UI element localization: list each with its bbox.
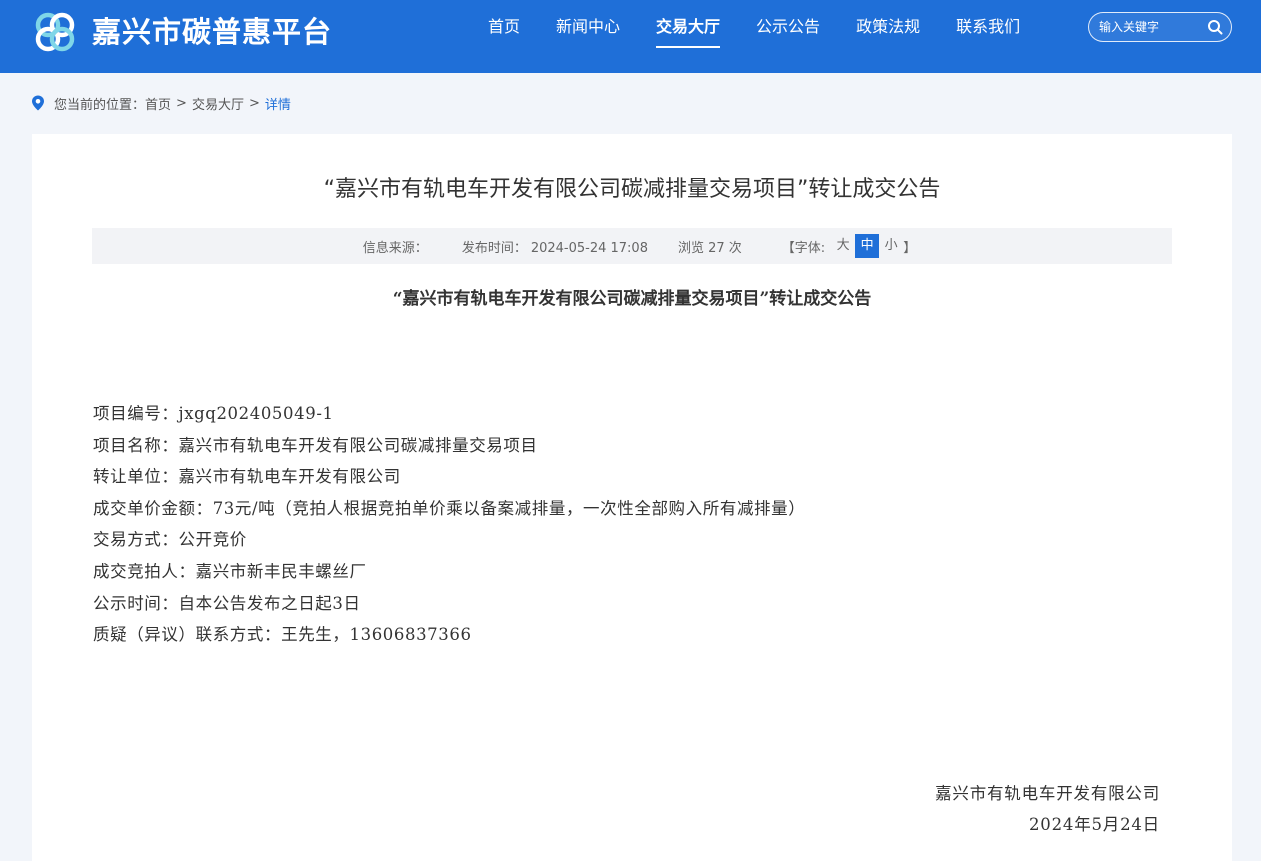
location-pin-icon [32, 95, 44, 111]
article-signature: 嘉兴市有轨电车开发有限公司 2024年5月24日 [935, 778, 1160, 840]
body-line-project-number: 项目编号：jxgq202405049-1 [93, 404, 334, 423]
body-line-project-name: 项目名称：嘉兴市有轨电车开发有限公司碳减排量交易项目 [93, 435, 538, 455]
body-line-unit-price: 成交单价金额：73元/吨（竞拍人根据竞拍单价乘以备案减排量，一次性全部购入所有减… [93, 498, 806, 518]
nav-item-announcements[interactable]: 公示公告 [756, 0, 820, 54]
font-size-medium-button[interactable]: 中 [855, 234, 880, 258]
breadcrumb-separator: > [248, 95, 260, 111]
breadcrumb: 您当前的位置： 首页 > 交易大厅 > 详情 [31, 93, 291, 113]
body-line-winning-bidder: 成交竞拍人：嘉兴市新丰民丰螺丝厂 [93, 561, 367, 581]
breadcrumb-prefix: 您当前的位置： [54, 97, 146, 113]
meta-source-label: 信息来源： [362, 240, 428, 256]
meta-publish-label: 发布时间： [461, 240, 527, 256]
article-card: “嘉兴市有轨电车开发有限公司碳减排量交易项目”转让成交公告 信息来源： 发布时间… [32, 134, 1232, 861]
nav-item-trading-hall[interactable]: 交易大厅 [656, 0, 721, 54]
body-line-trade-method: 交易方式：公开竞价 [93, 530, 247, 550]
breadcrumb-home[interactable]: 首页 [145, 94, 171, 113]
font-size-control: 【字体: 大 中 小 】 [782, 234, 916, 258]
body-line-notice-period: 公示时间：自本公告发布之日起3日 [93, 593, 361, 613]
article-body: 项目编号：jxgq202405049-1 项目名称：嘉兴市有轨电车开发有限公司碳… [93, 398, 1193, 651]
body-line-contact: 质疑（异议）联系方式：王先生，13606837366 [93, 625, 472, 645]
search-input[interactable] [1099, 17, 1203, 37]
article-meta-bar: 信息来源： 发布时间： 2024-05-24 17:08 浏览 27 次 【字体:… [92, 228, 1172, 264]
breadcrumb-trading-hall[interactable]: 交易大厅 [192, 94, 244, 113]
breadcrumb-current: 详情 [264, 97, 291, 113]
article-title: “嘉兴市有轨电车开发有限公司碳减排量交易项目”转让成交公告 [323, 177, 941, 202]
breadcrumb-separator: > [176, 95, 187, 111]
nav-item-policies[interactable]: 政策法规 [856, 0, 920, 54]
site-logo[interactable] [32, 9, 78, 55]
signature-org: 嘉兴市有轨电车开发有限公司 [935, 784, 1160, 803]
article-subtitle: “嘉兴市有轨电车开发有限公司碳减排量交易项目”转让成交公告 [392, 289, 872, 309]
font-size-large-button[interactable]: 大 [831, 234, 855, 258]
nav-item-news[interactable]: 新闻中心 [556, 0, 620, 54]
font-size-small-button[interactable]: 小 [879, 234, 903, 258]
site-header: 嘉兴市碳普惠平台 首页 新闻中心 交易大厅 公示公告 政策法规 联系我们 [0, 0, 1261, 73]
meta-publish-value: 2024-05-24 17:08 [530, 240, 648, 256]
search-icon[interactable] [1207, 19, 1223, 35]
font-size-label-close: 】 [903, 240, 917, 256]
nav-item-contact[interactable]: 联系我们 [956, 0, 1020, 54]
search-box [1088, 12, 1232, 42]
meta-publish-time: 发布时间： 2024-05-24 17:08 [462, 237, 648, 256]
site-title[interactable]: 嘉兴市碳普惠平台 [92, 12, 332, 52]
main-nav: 首页 新闻中心 交易大厅 公示公告 政策法规 联系我们 [488, 0, 1056, 73]
body-line-transferor: 转让单位：嘉兴市有轨电车开发有限公司 [93, 467, 401, 487]
nav-item-home[interactable]: 首页 [488, 0, 520, 54]
meta-views: 浏览 27 次 [677, 240, 742, 256]
meta-source: 信息来源： [363, 237, 432, 256]
signature-date: 2024年5月24日 [1029, 815, 1160, 834]
font-size-label: 【字体: [781, 240, 826, 256]
